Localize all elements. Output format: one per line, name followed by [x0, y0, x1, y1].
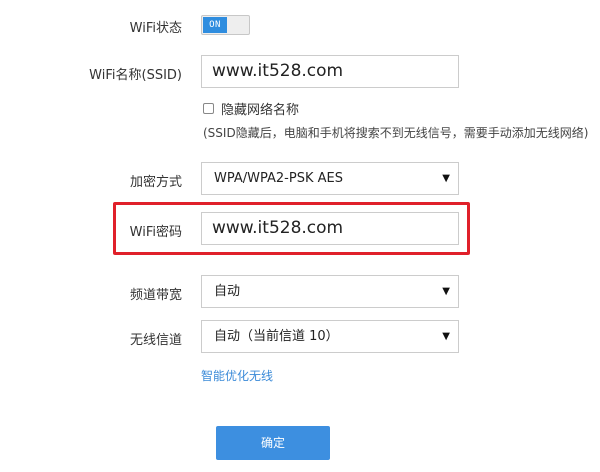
wifi-status-toggle[interactable]: ON [201, 15, 250, 35]
caret-down-icon: ▼ [442, 173, 450, 184]
ssid-hide-hint: (SSID隐藏后，电脑和手机将搜索不到无线信号，需要手动添加无线网络) [203, 126, 589, 140]
optimize-wireless-link[interactable]: 智能优化无线 [201, 367, 273, 384]
encryption-value: WPA/WPA2-PSK AES [214, 171, 343, 186]
confirm-button[interactable]: 确定 [216, 426, 330, 460]
bandwidth-label: 频道带宽 [129, 288, 182, 303]
bandwidth-select[interactable]: 自动 ▼ [201, 275, 459, 308]
bandwidth-value: 自动 [214, 284, 241, 299]
wifi-status-label: WiFi状态 [129, 21, 182, 36]
hide-ssid-checkbox[interactable] [203, 103, 214, 114]
ssid-input[interactable]: www.it528.com [201, 55, 459, 88]
ssid-label: WiFi名称(SSID) [89, 68, 182, 83]
channel-value: 自动（当前信道 10） [214, 329, 339, 344]
hide-ssid-row[interactable]: 隐藏网络名称 [203, 99, 299, 118]
channel-select[interactable]: 自动（当前信道 10） ▼ [201, 320, 459, 353]
caret-down-icon: ▼ [442, 286, 450, 297]
hide-ssid-label: 隐藏网络名称 [221, 103, 300, 118]
encryption-select[interactable]: WPA/WPA2-PSK AES ▼ [201, 162, 459, 195]
encryption-label: 加密方式 [129, 175, 182, 190]
toggle-on-text: ON [203, 17, 227, 33]
password-input[interactable]: www.it528.com [201, 212, 459, 245]
password-label: WiFi密码 [129, 225, 182, 240]
caret-down-icon: ▼ [442, 331, 450, 342]
channel-label: 无线信道 [129, 333, 182, 348]
